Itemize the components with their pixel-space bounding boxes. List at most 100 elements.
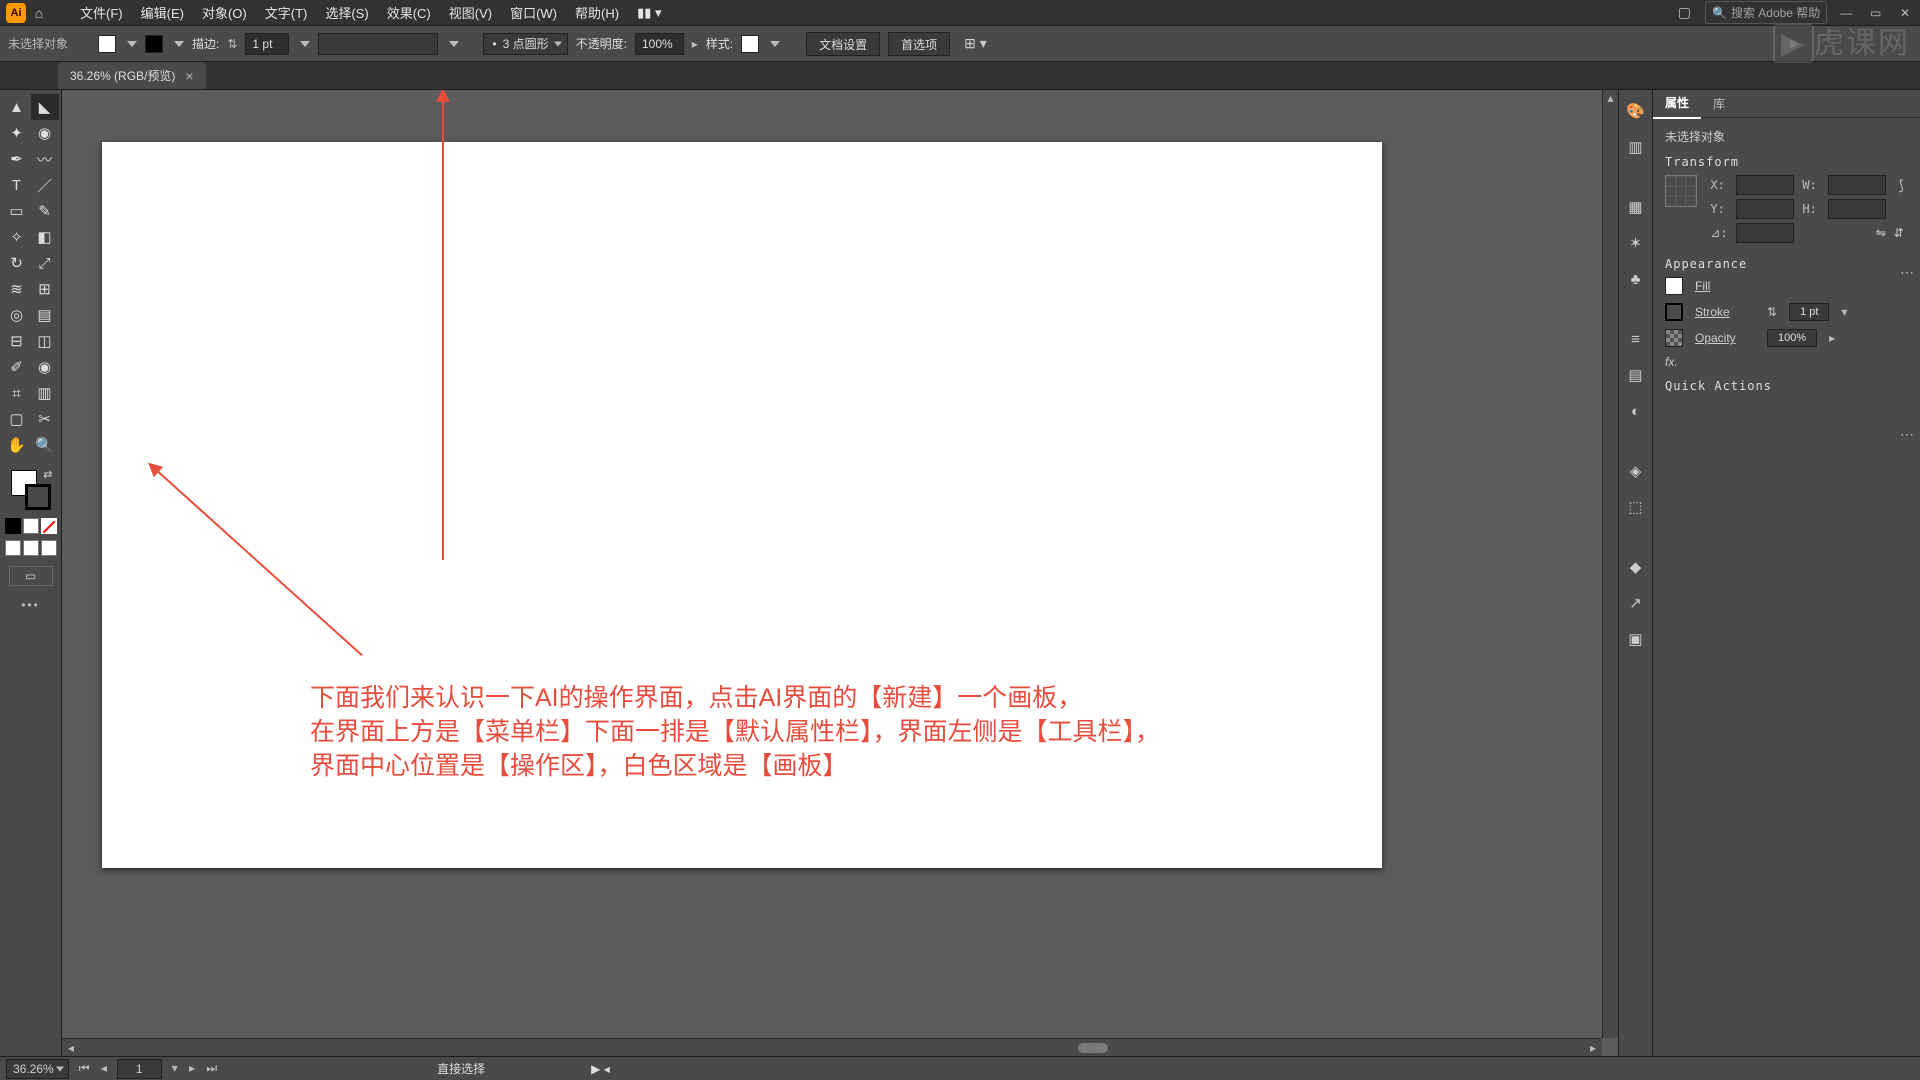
- asset-export-panel-icon[interactable]: ↗: [1625, 592, 1647, 614]
- free-transform-tool-icon[interactable]: ⊞: [31, 276, 59, 302]
- scale-tool-icon[interactable]: ⤢: [31, 250, 59, 276]
- symbol-sprayer-tool-icon[interactable]: ⌗: [3, 380, 31, 406]
- swap-fill-stroke-icon[interactable]: ⇄: [43, 468, 52, 481]
- flip-h-icon[interactable]: ⇋: [1876, 226, 1886, 240]
- menu-effect[interactable]: 效果(C): [379, 0, 439, 26]
- zoom-tool-icon[interactable]: 🔍: [31, 432, 59, 458]
- app-logo[interactable]: Ai: [6, 3, 26, 23]
- flip-v-icon[interactable]: ⇵: [1894, 226, 1904, 240]
- default-stroke-icon[interactable]: [25, 484, 51, 510]
- screen-mode-icon[interactable]: ▭: [9, 566, 53, 586]
- tab-libraries[interactable]: 库: [1701, 89, 1737, 118]
- horizontal-scrollbar[interactable]: ◂ ▸: [62, 1038, 1602, 1056]
- paintbrush-tool-icon[interactable]: ✎: [31, 198, 59, 224]
- maximize-icon[interactable]: ▭: [1867, 6, 1885, 20]
- field-x[interactable]: [1736, 175, 1794, 195]
- hscroll-thumb[interactable]: [1078, 1043, 1108, 1053]
- prefs-button[interactable]: 首选项: [888, 32, 950, 56]
- graphic-styles-panel-icon[interactable]: ⬚: [1625, 496, 1647, 518]
- shape-builder-tool-icon[interactable]: ◎: [3, 302, 31, 328]
- pen-tool-icon[interactable]: ✒: [3, 146, 31, 172]
- last-artboard-icon[interactable]: ⏭: [202, 1061, 221, 1075]
- field-angle[interactable]: [1736, 223, 1794, 243]
- stroke-dropdown-icon[interactable]: [174, 41, 184, 47]
- transform-more-icon[interactable]: ⋯: [1900, 264, 1914, 281]
- edit-toolbar-icon[interactable]: •••: [21, 598, 40, 612]
- workspace-switch-icon[interactable]: ▮▮ ▾: [629, 1, 669, 25]
- rotate-tool-icon[interactable]: ↻: [3, 250, 31, 276]
- appearance-more-icon[interactable]: ⋯: [1900, 426, 1914, 443]
- style-drop-icon[interactable]: [770, 41, 780, 47]
- artboard-tool-icon[interactable]: ▢: [3, 406, 31, 432]
- blend-tool-icon[interactable]: ◉: [31, 354, 59, 380]
- opacity-field[interactable]: 100%: [635, 33, 684, 55]
- doc-tab-close-icon[interactable]: ×: [185, 68, 193, 84]
- menu-help[interactable]: 帮助(H): [567, 0, 627, 26]
- gradient-tool-icon[interactable]: ◫: [31, 328, 59, 354]
- fill-dropdown-icon[interactable]: [127, 41, 137, 47]
- stroke-weight-drop-icon[interactable]: [300, 41, 310, 47]
- opacity-swatch-icon[interactable]: [1665, 329, 1683, 347]
- home-icon[interactable]: ⌂: [28, 2, 50, 24]
- stroke-color-swatch[interactable]: [1665, 303, 1683, 321]
- status-play-icon[interactable]: ▶ ◂: [591, 1062, 610, 1076]
- swatches-panel-icon[interactable]: ▦: [1625, 196, 1647, 218]
- menu-select[interactable]: 选择(S): [317, 0, 376, 26]
- selection-tool-icon[interactable]: ▲: [3, 94, 31, 120]
- menu-type[interactable]: 文字(T): [257, 0, 316, 26]
- none-color-icon[interactable]: [41, 518, 57, 534]
- artboard-number-field[interactable]: 1: [117, 1059, 162, 1079]
- gradient-color-icon[interactable]: [23, 518, 39, 534]
- fill-label[interactable]: Fill: [1695, 279, 1755, 293]
- style-swatch[interactable]: [741, 35, 759, 53]
- artboard-combo-drop-icon[interactable]: ▾: [168, 1061, 182, 1075]
- tab-properties[interactable]: 属性: [1653, 88, 1701, 119]
- brush-drop-icon[interactable]: [449, 41, 459, 47]
- opacity-value[interactable]: 100%: [1767, 329, 1817, 347]
- column-graph-tool-icon[interactable]: ▥: [31, 380, 59, 406]
- menu-edit[interactable]: 编辑(E): [133, 0, 192, 26]
- minimize-icon[interactable]: —: [1837, 6, 1855, 20]
- menu-object[interactable]: 对象(O): [194, 0, 255, 26]
- next-artboard-icon[interactable]: ▸: [185, 1061, 199, 1075]
- help-search[interactable]: 🔍 搜索 Adobe 帮助: [1705, 1, 1827, 24]
- draw-inside-icon[interactable]: [41, 540, 57, 556]
- align-to-icon[interactable]: ⊞ ▾: [964, 35, 987, 52]
- dashed-profile-combo[interactable]: •3 点圆形: [483, 33, 567, 55]
- field-h[interactable]: [1828, 199, 1886, 219]
- fx-label[interactable]: fx.: [1665, 355, 1678, 369]
- scroll-up-icon[interactable]: ▴: [1603, 90, 1618, 106]
- transparency-panel-icon[interactable]: ◐: [1625, 400, 1647, 422]
- appearance-panel-icon[interactable]: ◈: [1625, 460, 1647, 482]
- hand-tool-icon[interactable]: ✋: [3, 432, 31, 458]
- line-tool-icon[interactable]: ／: [31, 172, 59, 198]
- fill-stroke-control[interactable]: ⇄: [9, 468, 53, 512]
- stroke-panel-icon[interactable]: ≡: [1625, 328, 1647, 350]
- slice-tool-icon[interactable]: ✂: [31, 406, 59, 432]
- eraser-tool-icon[interactable]: ◧: [31, 224, 59, 250]
- stroke-drop-icon[interactable]: ▾: [1841, 305, 1847, 319]
- curvature-tool-icon[interactable]: 〰: [31, 146, 59, 172]
- opacity-more-icon[interactable]: ▸: [1829, 331, 1835, 345]
- color-panel-icon[interactable]: 🎨: [1625, 100, 1647, 122]
- mesh-tool-icon[interactable]: ⊟: [3, 328, 31, 354]
- menu-file[interactable]: 文件(F): [72, 0, 131, 26]
- zoom-level-combo[interactable]: 36.26%: [6, 1059, 69, 1079]
- magic-wand-tool-icon[interactable]: ✦: [3, 120, 31, 146]
- field-y[interactable]: [1736, 199, 1794, 219]
- scroll-right-icon[interactable]: ▸: [1590, 1041, 1596, 1055]
- shaper-tool-icon[interactable]: ✧: [3, 224, 31, 250]
- draw-behind-icon[interactable]: [23, 540, 39, 556]
- stroke-weight-field[interactable]: 1 pt: [245, 33, 289, 55]
- field-w[interactable]: [1828, 175, 1886, 195]
- stroke-weight-value[interactable]: 1 pt: [1789, 303, 1829, 321]
- scroll-left-icon[interactable]: ◂: [68, 1041, 74, 1055]
- draw-normal-icon[interactable]: [5, 540, 21, 556]
- rectangle-tool-icon[interactable]: ▭: [3, 198, 31, 224]
- type-tool-icon[interactable]: T: [3, 172, 31, 198]
- lasso-tool-icon[interactable]: ◉: [31, 120, 59, 146]
- brushes-panel-icon[interactable]: ✶: [1625, 232, 1647, 254]
- opacity-arrow-icon[interactable]: ▸: [692, 37, 698, 51]
- fill-color-swatch[interactable]: [1665, 277, 1683, 295]
- opacity-panel-label[interactable]: Opacity: [1695, 331, 1755, 345]
